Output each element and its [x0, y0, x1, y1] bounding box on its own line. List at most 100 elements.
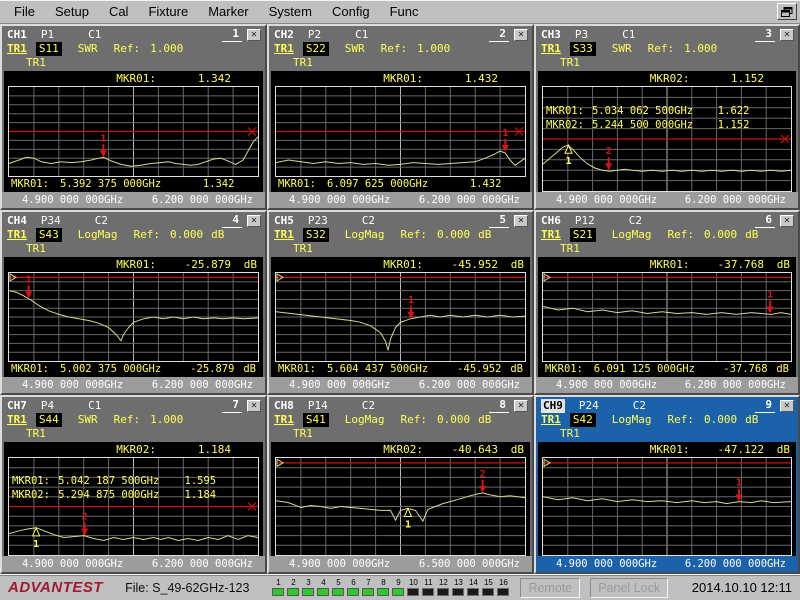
freq-start-label: 4.900 000 000GHz: [289, 192, 390, 208]
channel-titlebar[interactable]: CH2 P2 C1 2 ✕ TR1 S22 SWR Ref: 1.000 TR1: [269, 26, 532, 71]
menu-item-func[interactable]: Func: [380, 1, 429, 22]
trace-plot[interactable]: 12 MKR01:5.042 187 500GHz1.595MKR02:5.29…: [8, 457, 259, 556]
menu-item-system[interactable]: System: [259, 1, 322, 22]
channel-titlebar[interactable]: CH8 P14 C2 8 ✕ TR1 S41 LogMag Ref: 0.000…: [269, 397, 532, 442]
panel-lock-button[interactable]: Panel Lock: [590, 578, 668, 598]
channel-titlebar[interactable]: CH7 P4 C1 7 ✕ TR1 S44 SWR Ref: 1.000 TR1: [2, 397, 265, 442]
bottom-marker-readout: MKR01: 5.604 437 500GHz -45.952 dB: [271, 362, 530, 377]
freq-start-label: 4.900 000 000GHz: [556, 377, 657, 393]
sparam-chip[interactable]: S33: [570, 42, 596, 56]
trace-plot[interactable]: 1: [8, 272, 259, 362]
menu-item-cal[interactable]: Cal: [99, 1, 139, 22]
channel-title-row: CH1 P1 C1 1 ✕: [7, 27, 261, 42]
active-marker-value: -37.768: [718, 257, 764, 272]
window-restore-button[interactable]: [777, 3, 797, 20]
sparam-chip[interactable]: S43: [36, 228, 62, 242]
trace-label[interactable]: TR1: [274, 413, 294, 427]
close-icon[interactable]: ✕: [780, 215, 794, 227]
close-icon[interactable]: ✕: [514, 400, 528, 412]
channel-titlebar[interactable]: CH4 P34 C2 4 ✕ TR1 S43 LogMag Ref: 0.000…: [2, 212, 265, 257]
trace-label[interactable]: TR1: [541, 42, 561, 56]
ref-label: Ref:: [114, 42, 141, 56]
trace2-label[interactable]: TR1: [26, 56, 46, 69]
sparam-chip[interactable]: S42: [570, 413, 596, 427]
sparam-chip[interactable]: S21: [570, 228, 596, 242]
window-number: 9: [755, 398, 775, 413]
trace2-label[interactable]: TR1: [560, 56, 580, 69]
trace-plot[interactable]: 12: [275, 457, 526, 556]
trace-plot[interactable]: 1: [275, 272, 526, 362]
plot-area[interactable]: MKR01: -47.122 dB 1: [538, 442, 796, 556]
trace-plot[interactable]: 1: [8, 86, 259, 177]
menu-item-config[interactable]: Config: [322, 1, 380, 22]
port-indicator: 14: [466, 579, 480, 596]
menu-item-file[interactable]: File: [4, 1, 45, 22]
plot-area[interactable]: MKR01: -25.879 dB 1 MKR01: 5.002 375 000…: [4, 257, 263, 377]
close-icon[interactable]: ✕: [780, 400, 794, 412]
close-icon[interactable]: ✕: [780, 29, 794, 41]
remote-button[interactable]: Remote: [520, 578, 580, 598]
ref-label: Ref:: [401, 228, 428, 242]
trace-label[interactable]: TR1: [274, 228, 294, 242]
port-number: 9: [396, 579, 400, 587]
plot-area[interactable]: MKR02: -40.643 dB 12: [271, 442, 530, 556]
trace-plot[interactable]: 12 MKR01:5.034 062 500GHz1.622MKR02:5.24…: [542, 86, 792, 192]
sparam-chip[interactable]: S22: [303, 42, 329, 56]
trace-select-row: TR1: [7, 427, 261, 441]
menu-item-fixture[interactable]: Fixture: [138, 1, 198, 22]
trace-plot[interactable]: 1: [542, 272, 792, 362]
frequency-axis: 4.900 000 000GHz 6.200 000 000GHz: [269, 192, 532, 208]
menu-item-marker[interactable]: Marker: [198, 1, 258, 22]
plot-area[interactable]: MKR02: 1.184 12 MKR01:5.042 187 500GHz1.…: [4, 442, 263, 556]
marker-table-freq: 5.244 500 000GHz: [592, 118, 718, 132]
active-marker-label: MKR01:: [650, 257, 690, 272]
channel-titlebar[interactable]: CH9 P24 C2 9 ✕ TR1 S42 LogMag Ref: 0.000…: [536, 397, 798, 442]
trace-label[interactable]: TR1: [541, 413, 561, 427]
plot-area[interactable]: MKR01: -37.768 dB 1 MKR01: 6.091 125 000…: [538, 257, 796, 377]
channel-titlebar[interactable]: CH3 P3 C1 3 ✕ TR1 S33 SWR Ref: 1.000 TR1: [536, 26, 798, 71]
plot-area[interactable]: MKR01: 1.432 1 MKR01: 6.097 625 000GHz 1…: [271, 71, 530, 192]
sparam-chip[interactable]: S44: [36, 413, 62, 427]
close-icon[interactable]: ✕: [247, 215, 261, 227]
trace-plot[interactable]: 1: [275, 86, 526, 177]
trace-label[interactable]: TR1: [7, 228, 27, 242]
channel-cal-label: C2: [629, 214, 642, 228]
sparam-chip[interactable]: S41: [303, 413, 329, 427]
trace2-label[interactable]: TR1: [293, 242, 313, 255]
port-number: 7: [366, 579, 370, 587]
sparam-chip[interactable]: S11: [36, 42, 62, 56]
port-lamp-on: [377, 588, 389, 596]
menu-item-setup[interactable]: Setup: [45, 1, 99, 22]
plot-area[interactable]: MKR01: 1.342 1 MKR01: 5.392 375 000GHz 1…: [4, 71, 263, 192]
close-icon[interactable]: ✕: [514, 215, 528, 227]
trace2-label[interactable]: TR1: [293, 56, 313, 69]
trace2-label[interactable]: TR1: [293, 427, 313, 440]
marker-table-row: MKR02:5.244 500 000GHz1.152: [546, 118, 788, 132]
trace2-label[interactable]: TR1: [26, 242, 46, 255]
close-icon[interactable]: ✕: [247, 29, 261, 41]
plot-area[interactable]: MKR01: -45.952 dB 1 MKR01: 5.604 437 500…: [271, 257, 530, 377]
trace2-label[interactable]: TR1: [560, 242, 580, 255]
port-number: 6: [351, 579, 355, 587]
close-icon[interactable]: ✕: [247, 400, 261, 412]
channel-titlebar[interactable]: CH6 P12 C2 6 ✕ TR1 S21 LogMag Ref: 0.000…: [536, 212, 798, 257]
plot-area[interactable]: MKR02: 1.152 12 MKR01:5.034 062 500GHz1.…: [538, 71, 796, 192]
port-lamp-off: [467, 588, 479, 596]
active-marker-value: 1.184: [198, 442, 231, 457]
active-marker-readout: MKR01: -45.952 dB: [271, 257, 530, 272]
trace-plot[interactable]: 1: [542, 457, 792, 556]
channel-titlebar[interactable]: CH5 P23 C2 5 ✕ TR1 S32 LogMag Ref: 0.000…: [269, 212, 532, 257]
close-icon[interactable]: ✕: [514, 29, 528, 41]
window-number: 2: [489, 27, 509, 42]
trace-label[interactable]: TR1: [7, 413, 27, 427]
trace-label[interactable]: TR1: [541, 228, 561, 242]
channel-id: CH5: [274, 214, 294, 228]
trace-label[interactable]: TR1: [7, 42, 27, 56]
channel-title-row: CH5 P23 C2 5 ✕: [274, 213, 528, 228]
trace-label[interactable]: TR1: [274, 42, 294, 56]
channel-titlebar[interactable]: CH1 P1 C1 1 ✕ TR1 S11 SWR Ref: 1.000 TR1: [2, 26, 265, 71]
trace2-label[interactable]: TR1: [560, 427, 580, 440]
sparam-chip[interactable]: S32: [303, 228, 329, 242]
window-number: 1: [222, 27, 242, 42]
trace2-label[interactable]: TR1: [26, 427, 46, 440]
